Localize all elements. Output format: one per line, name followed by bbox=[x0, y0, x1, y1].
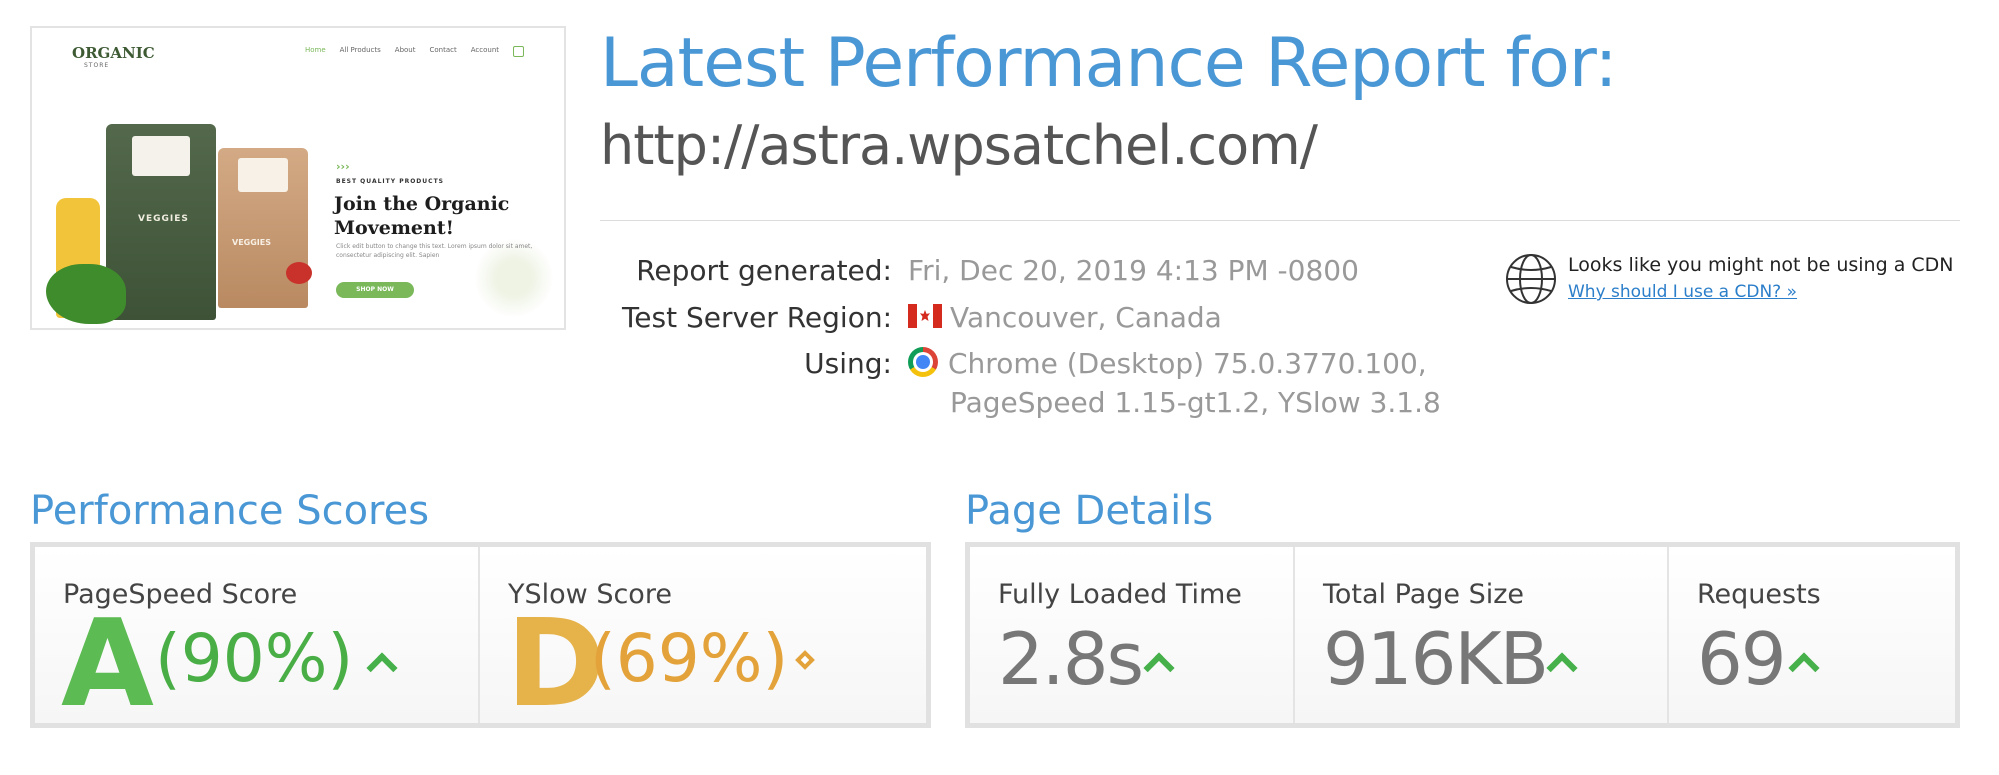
bag-text: VEGGIES bbox=[138, 214, 189, 224]
pagespeed-score-cell: PageSpeed Score A (90%) bbox=[35, 547, 480, 734]
region-value: Vancouver, Canada bbox=[950, 301, 1222, 334]
chrome-icon bbox=[908, 347, 938, 377]
thumbnail-logo-sub: STORE bbox=[84, 62, 110, 69]
cart-icon bbox=[513, 46, 524, 57]
chevron-up-icon bbox=[1788, 652, 1820, 684]
yslow-score-cell: YSlow Score D (69%) bbox=[480, 547, 926, 725]
bag-label bbox=[132, 136, 190, 176]
pagespeed-grade: A bbox=[61, 595, 154, 734]
cdn-help-link[interactable]: Why should I use a CDN? » bbox=[1568, 282, 1797, 302]
total-page-size-cell: Total Page Size 916KB bbox=[1295, 547, 1669, 723]
thumbnail-nav-item: Account bbox=[470, 46, 499, 54]
using-label: Using: bbox=[804, 347, 892, 380]
requests-label: Requests bbox=[1697, 579, 1821, 610]
using-value-wrap: Chrome (Desktop) 75.0.3770.100, bbox=[908, 347, 1427, 380]
fully-loaded-time-label: Fully Loaded Time bbox=[998, 579, 1242, 610]
bag-text: VEGGIES bbox=[232, 238, 271, 247]
divider bbox=[600, 220, 1960, 221]
thumbnail-headline: Join the Organic Movement! bbox=[334, 193, 510, 239]
brown-bag-image: VEGGIES bbox=[218, 148, 308, 308]
report-generated-label: Report generated: bbox=[636, 254, 892, 287]
yslow-percent: (69%) bbox=[590, 620, 789, 697]
tomato-image bbox=[286, 262, 312, 284]
requests-value: 69 bbox=[1697, 617, 1787, 701]
total-page-size-label: Total Page Size bbox=[1323, 579, 1525, 610]
performance-scores-title: Performance Scores bbox=[30, 488, 430, 534]
region-value-wrap: Vancouver, Canada bbox=[908, 301, 1222, 334]
report-url: http://astra.wpsatchel.com/ bbox=[600, 114, 1318, 177]
thumbnail-nav-item: Contact bbox=[429, 46, 457, 54]
thumbnail-nav: Home All Products About Contact Account bbox=[305, 46, 524, 57]
chevron-up-icon bbox=[1546, 652, 1578, 684]
report-generated-row: Report generated: bbox=[600, 254, 892, 288]
thumbnail-logo: ORGANIC bbox=[72, 44, 155, 62]
canada-flag-icon bbox=[908, 304, 942, 328]
page-details-panel: Fully Loaded Time 2.8s Total Page Size 9… bbox=[965, 542, 1960, 728]
diamond-icon bbox=[795, 650, 815, 670]
cdn-notice-text: Looks like you might not be using a CDN bbox=[1568, 254, 1954, 276]
globe-icon bbox=[1506, 254, 1556, 304]
fully-loaded-time-cell: Fully Loaded Time 2.8s bbox=[970, 547, 1295, 723]
requests-cell: Requests 69 bbox=[1669, 547, 1955, 723]
region-label: Test Server Region: bbox=[621, 301, 892, 334]
region-row: Test Server Region: bbox=[600, 301, 892, 335]
page-details-title: Page Details bbox=[965, 488, 1214, 534]
thumbnail-kicker: BEST QUALITY PRODUCTS bbox=[336, 178, 444, 185]
bag-label bbox=[238, 158, 288, 192]
chevron-up-icon bbox=[1143, 652, 1175, 684]
using-value-line-1: Chrome (Desktop) 75.0.3770.100, bbox=[948, 347, 1427, 380]
thumbnail-nav-item: About bbox=[394, 46, 416, 54]
thumbnail-shop-button: SHOP NOW bbox=[336, 282, 414, 298]
arrows-decoration: ››› bbox=[336, 160, 350, 173]
using-value-line-2: PageSpeed 1.15-gt1.2, YSlow 3.1.8 bbox=[950, 386, 1441, 419]
thumbnail-paragraph: Click edit button to change this text. L… bbox=[336, 243, 533, 259]
thumbnail-nav-item: Home bbox=[304, 46, 326, 54]
using-row: Using: bbox=[600, 347, 892, 381]
chevron-up-icon bbox=[366, 652, 398, 684]
site-screenshot-thumbnail: ORGANIC STORE Home All Products About Co… bbox=[30, 26, 566, 330]
thumbnail-nav-item: All Products bbox=[339, 46, 381, 54]
report-generated-value: Fri, Dec 20, 2019 4:13 PM -0800 bbox=[908, 254, 1359, 287]
fully-loaded-time-value: 2.8s bbox=[998, 617, 1144, 701]
page-title: Latest Performance Report for: bbox=[600, 24, 1618, 103]
total-page-size-value: 916KB bbox=[1323, 617, 1549, 701]
performance-scores-panel: PageSpeed Score A (90%) YSlow Score D (6… bbox=[30, 542, 931, 728]
pagespeed-percent: (90%) bbox=[155, 620, 354, 697]
